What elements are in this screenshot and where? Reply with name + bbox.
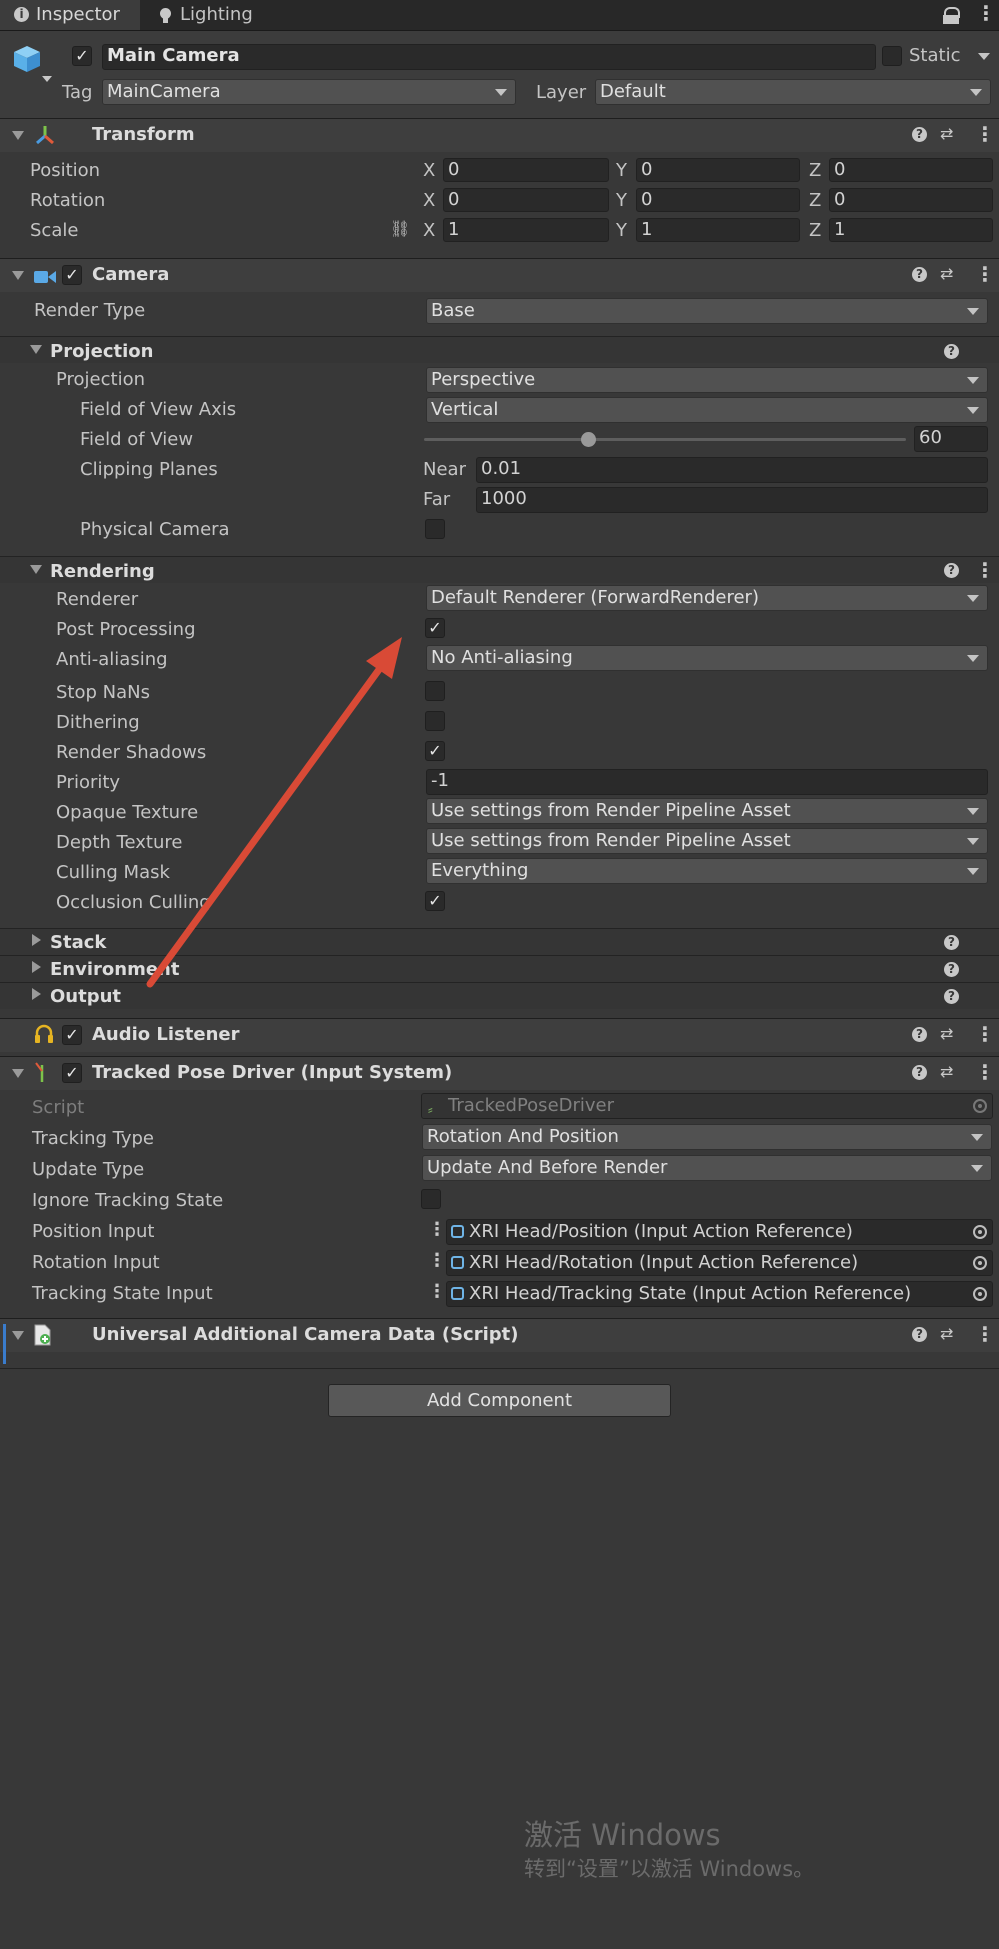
annotation-arrow	[146, 637, 402, 988]
